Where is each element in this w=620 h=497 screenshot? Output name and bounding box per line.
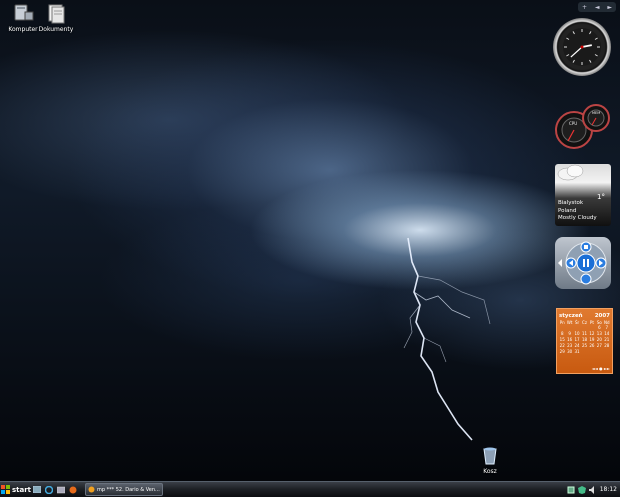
calendar-date bbox=[566, 325, 572, 330]
next-gadget-button[interactable]: ► bbox=[607, 4, 612, 11]
calendar-date[interactable]: 29 bbox=[559, 349, 565, 354]
calendar-year: 2007 bbox=[594, 313, 610, 319]
documents-folder-icon bbox=[45, 2, 67, 24]
calendar-date[interactable]: 9 bbox=[566, 331, 572, 336]
open-file-button[interactable] bbox=[580, 273, 592, 285]
system-tray: 18:12 bbox=[567, 482, 620, 497]
volume-icon[interactable] bbox=[588, 485, 597, 494]
start-button[interactable]: start bbox=[1, 483, 31, 496]
calendar-date[interactable]: 30 bbox=[566, 349, 572, 354]
recycle-bin-icon bbox=[479, 444, 501, 466]
calendar-date[interactable]: 22 bbox=[559, 343, 565, 348]
weather-city: Bialystok bbox=[558, 200, 584, 206]
calendar-date bbox=[596, 349, 602, 354]
calendar-date[interactable]: 7 bbox=[604, 325, 610, 330]
prev-gadget-button[interactable]: ◄ bbox=[595, 4, 600, 11]
cpu-meter-gadget[interactable]: CPU MEM bbox=[552, 103, 614, 149]
media-player-gadget[interactable] bbox=[555, 237, 611, 289]
pause-icon bbox=[583, 259, 585, 267]
calendar-date[interactable]: 27 bbox=[596, 343, 602, 348]
calendar-date[interactable]: 6 bbox=[596, 325, 602, 330]
add-gadget-button[interactable]: + bbox=[582, 4, 587, 11]
calendar-date[interactable]: 19 bbox=[589, 337, 595, 342]
weather-country: Poland bbox=[558, 207, 577, 214]
calendar-date[interactable]: 25 bbox=[581, 343, 587, 348]
cloud-icon bbox=[557, 164, 584, 181]
clock-face bbox=[563, 28, 601, 66]
weather-temperature: 1° bbox=[597, 193, 605, 201]
calendar-date bbox=[604, 349, 610, 354]
calendar-date[interactable]: 18 bbox=[581, 337, 587, 342]
calendar-date[interactable]: 24 bbox=[574, 343, 580, 348]
computer-icon bbox=[12, 2, 34, 24]
calendar-date bbox=[581, 325, 587, 330]
internet-explorer-icon[interactable] bbox=[43, 484, 55, 495]
calendar-date[interactable]: 14 bbox=[604, 331, 610, 336]
desktop-icon-kosz[interactable]: Kosz bbox=[470, 444, 510, 475]
calendar-dates: 6 7 8 9 10 11 12 13 14 15 16 17 18 19 20 21 22 23 24 25 26 27… bbox=[557, 325, 612, 354]
task-label: mp *** 52. Dario & Ven... bbox=[97, 486, 160, 493]
show-desktop-icon[interactable] bbox=[31, 484, 43, 495]
desktop-icon-label: Dokumenty bbox=[38, 26, 74, 33]
memory-label: MEM bbox=[592, 111, 600, 115]
calendar-date[interactable]: 23 bbox=[566, 343, 572, 348]
calendar-date[interactable]: 11 bbox=[581, 331, 587, 336]
calendar-date bbox=[581, 349, 587, 354]
windows-logo-icon bbox=[1, 485, 10, 494]
calendar-date bbox=[559, 325, 565, 330]
calendar-date bbox=[589, 325, 595, 330]
lightning-bolt bbox=[403, 237, 491, 441]
calendar-date[interactable]: 28 bbox=[604, 343, 610, 348]
winamp-icon bbox=[88, 486, 95, 493]
security-icon[interactable] bbox=[577, 485, 586, 494]
calendar-date[interactable]: 26 bbox=[589, 343, 595, 348]
calendar-date[interactable]: 16 bbox=[566, 337, 572, 342]
sidebar-controls: + ◄ ► bbox=[578, 2, 616, 12]
media-icon[interactable] bbox=[55, 484, 67, 495]
weather-condition: Mostly Cloudy bbox=[558, 215, 597, 221]
calendar-date[interactable]: 20 bbox=[596, 337, 602, 342]
calendar-date[interactable]: 10 bbox=[574, 331, 580, 336]
calendar-month: styczeń bbox=[559, 313, 583, 319]
weather-gadget[interactable]: 1° Bialystok Poland Mostly Cloudy bbox=[555, 164, 611, 226]
desktop-icon-dokumenty[interactable]: Dokumenty bbox=[36, 2, 76, 33]
calendar-date[interactable]: 21 bbox=[604, 337, 610, 342]
calendar-date bbox=[574, 325, 580, 330]
calendar-date[interactable]: 13 bbox=[596, 331, 602, 336]
firefox-icon[interactable] bbox=[67, 484, 79, 495]
cpu-label: CPU bbox=[569, 121, 577, 126]
taskbar-window-button[interactable]: mp *** 52. Dario & Ven... bbox=[85, 483, 163, 496]
clock-time[interactable]: 18:12 bbox=[600, 486, 617, 493]
calendar-date[interactable]: 12 bbox=[589, 331, 595, 336]
desktop-wallpaper bbox=[0, 0, 620, 481]
calendar-date bbox=[589, 349, 595, 354]
calendar-date[interactable]: 15 bbox=[559, 337, 565, 342]
network-icon[interactable] bbox=[567, 486, 575, 494]
calendar-date[interactable]: 8 bbox=[559, 331, 565, 336]
taskbar: start mp *** 52. Dario & Ven... 18:12 bbox=[0, 481, 620, 497]
clock-gadget[interactable] bbox=[553, 18, 611, 76]
calendar-date[interactable]: 31 bbox=[574, 349, 580, 354]
calendar-nav[interactable]: ◄◄ ● ►► bbox=[592, 366, 610, 371]
start-label: start bbox=[11, 485, 31, 494]
play-pause-button[interactable] bbox=[576, 253, 596, 273]
desktop-icon-label: Kosz bbox=[483, 468, 497, 475]
calendar-gadget[interactable]: styczeń 2007 Pn Wt Śr Cz Pt So Nd 6 7 8 9 10 11 12 13… bbox=[556, 308, 613, 374]
calendar-date[interactable]: 17 bbox=[574, 337, 580, 342]
